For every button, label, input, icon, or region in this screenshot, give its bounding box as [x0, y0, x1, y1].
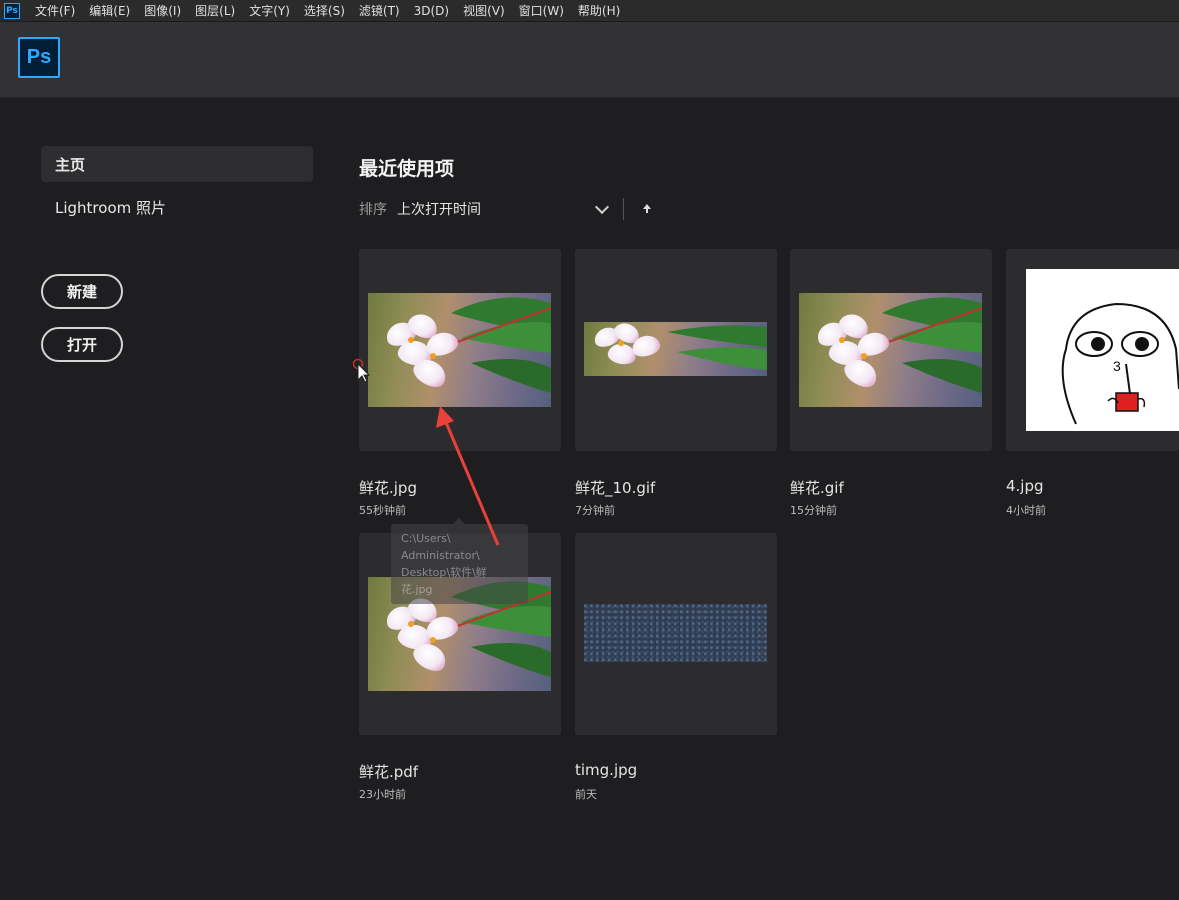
sort-dropdown[interactable]: 上次打开时间: [397, 199, 597, 219]
tooltip-line: Administrator\: [401, 549, 480, 562]
chevron-down-icon[interactable]: [594, 199, 610, 215]
file-name[interactable]: 鲜花.gif: [790, 477, 844, 498]
new-button[interactable]: 新建: [41, 274, 123, 309]
file-time: 15分钟前: [790, 504, 837, 517]
open-button[interactable]: 打开: [41, 327, 123, 362]
photoshop-home-screen: Ps 文件(F) 编辑(E) 图像(I) 图层(L) 文字(Y) 选择(S) 滤…: [0, 0, 1179, 900]
menu-view[interactable]: 视图(V): [456, 0, 512, 22]
photoshop-app-icon: Ps: [4, 2, 20, 19]
recent-file-card[interactable]: [575, 249, 777, 451]
tooltip-line: 花.jpg: [401, 583, 433, 596]
leaves-illustration: [667, 325, 767, 370]
file-name[interactable]: 4.jpg: [1006, 477, 1044, 495]
menu-type[interactable]: 文字(Y): [242, 0, 297, 22]
home-header: Ps: [0, 22, 1179, 98]
menu-filter[interactable]: 滤镜(T): [352, 0, 407, 22]
menu-image[interactable]: 图像(I): [137, 0, 188, 22]
svg-text:3: 3: [1113, 358, 1121, 374]
menu-file[interactable]: 文件(F): [28, 0, 82, 22]
sort-label: 排序: [359, 202, 387, 218]
sort-row: 排序 上次打开时间: [359, 198, 654, 220]
file-name[interactable]: 鲜花.jpg: [359, 477, 417, 498]
tooltip-line: C:\Users\: [401, 532, 451, 545]
file-name[interactable]: 鲜花_10.gif: [575, 477, 655, 498]
file-thumbnail: [368, 293, 551, 407]
leaves-illustration: [872, 297, 982, 393]
menu-help[interactable]: 帮助(H): [571, 0, 627, 22]
mouse-cursor-icon: [353, 358, 371, 382]
file-time: 23小时前: [359, 788, 406, 801]
tooltip-line: Desktop\软件\鲜: [401, 566, 487, 579]
sort-divider: [623, 198, 624, 220]
file-thumbnail: 3: [1026, 269, 1179, 431]
leaves-illustration: [441, 297, 551, 393]
file-thumbnail: [799, 293, 982, 407]
sidebar-item-lightroom[interactable]: Lightroom 照片: [41, 189, 313, 225]
sort-ascending-icon[interactable]: [640, 202, 654, 216]
recent-file-card[interactable]: [790, 249, 992, 451]
file-path-tooltip: C:\Users\ Administrator\ Desktop\软件\鲜 花.…: [391, 524, 528, 604]
menu-bar: Ps 文件(F) 编辑(E) 图像(I) 图层(L) 文字(Y) 选择(S) 滤…: [0, 0, 1179, 22]
recent-file-card[interactable]: [575, 533, 777, 735]
sidebar-item-label: Lightroom 照片: [55, 198, 167, 217]
recent-title: 最近使用项: [359, 158, 455, 180]
file-thumbnail: [584, 322, 767, 376]
sidebar-item-label: 主页: [55, 155, 86, 174]
file-thumbnail: [584, 604, 767, 662]
file-time: 7分钟前: [575, 504, 615, 517]
menu-edit[interactable]: 编辑(E): [82, 0, 137, 22]
file-name[interactable]: 鲜花.pdf: [359, 761, 418, 782]
menu-3d[interactable]: 3D(D): [407, 0, 456, 22]
file-time: 55秒钟前: [359, 504, 406, 517]
menu-select[interactable]: 选择(S): [297, 0, 352, 22]
menu-layer[interactable]: 图层(L): [188, 0, 242, 22]
file-time: 4小时前: [1006, 504, 1046, 517]
photoshop-logo: Ps: [18, 37, 60, 78]
menu-window[interactable]: 窗口(W): [512, 0, 571, 22]
recent-file-card[interactable]: [359, 249, 561, 451]
sidebar-item-home[interactable]: 主页: [41, 146, 313, 182]
file-name[interactable]: timg.jpg: [575, 761, 637, 779]
file-time: 前天: [575, 788, 597, 801]
recent-file-card[interactable]: 3: [1006, 249, 1179, 451]
cartoon-illustration: 3: [1061, 302, 1179, 425]
